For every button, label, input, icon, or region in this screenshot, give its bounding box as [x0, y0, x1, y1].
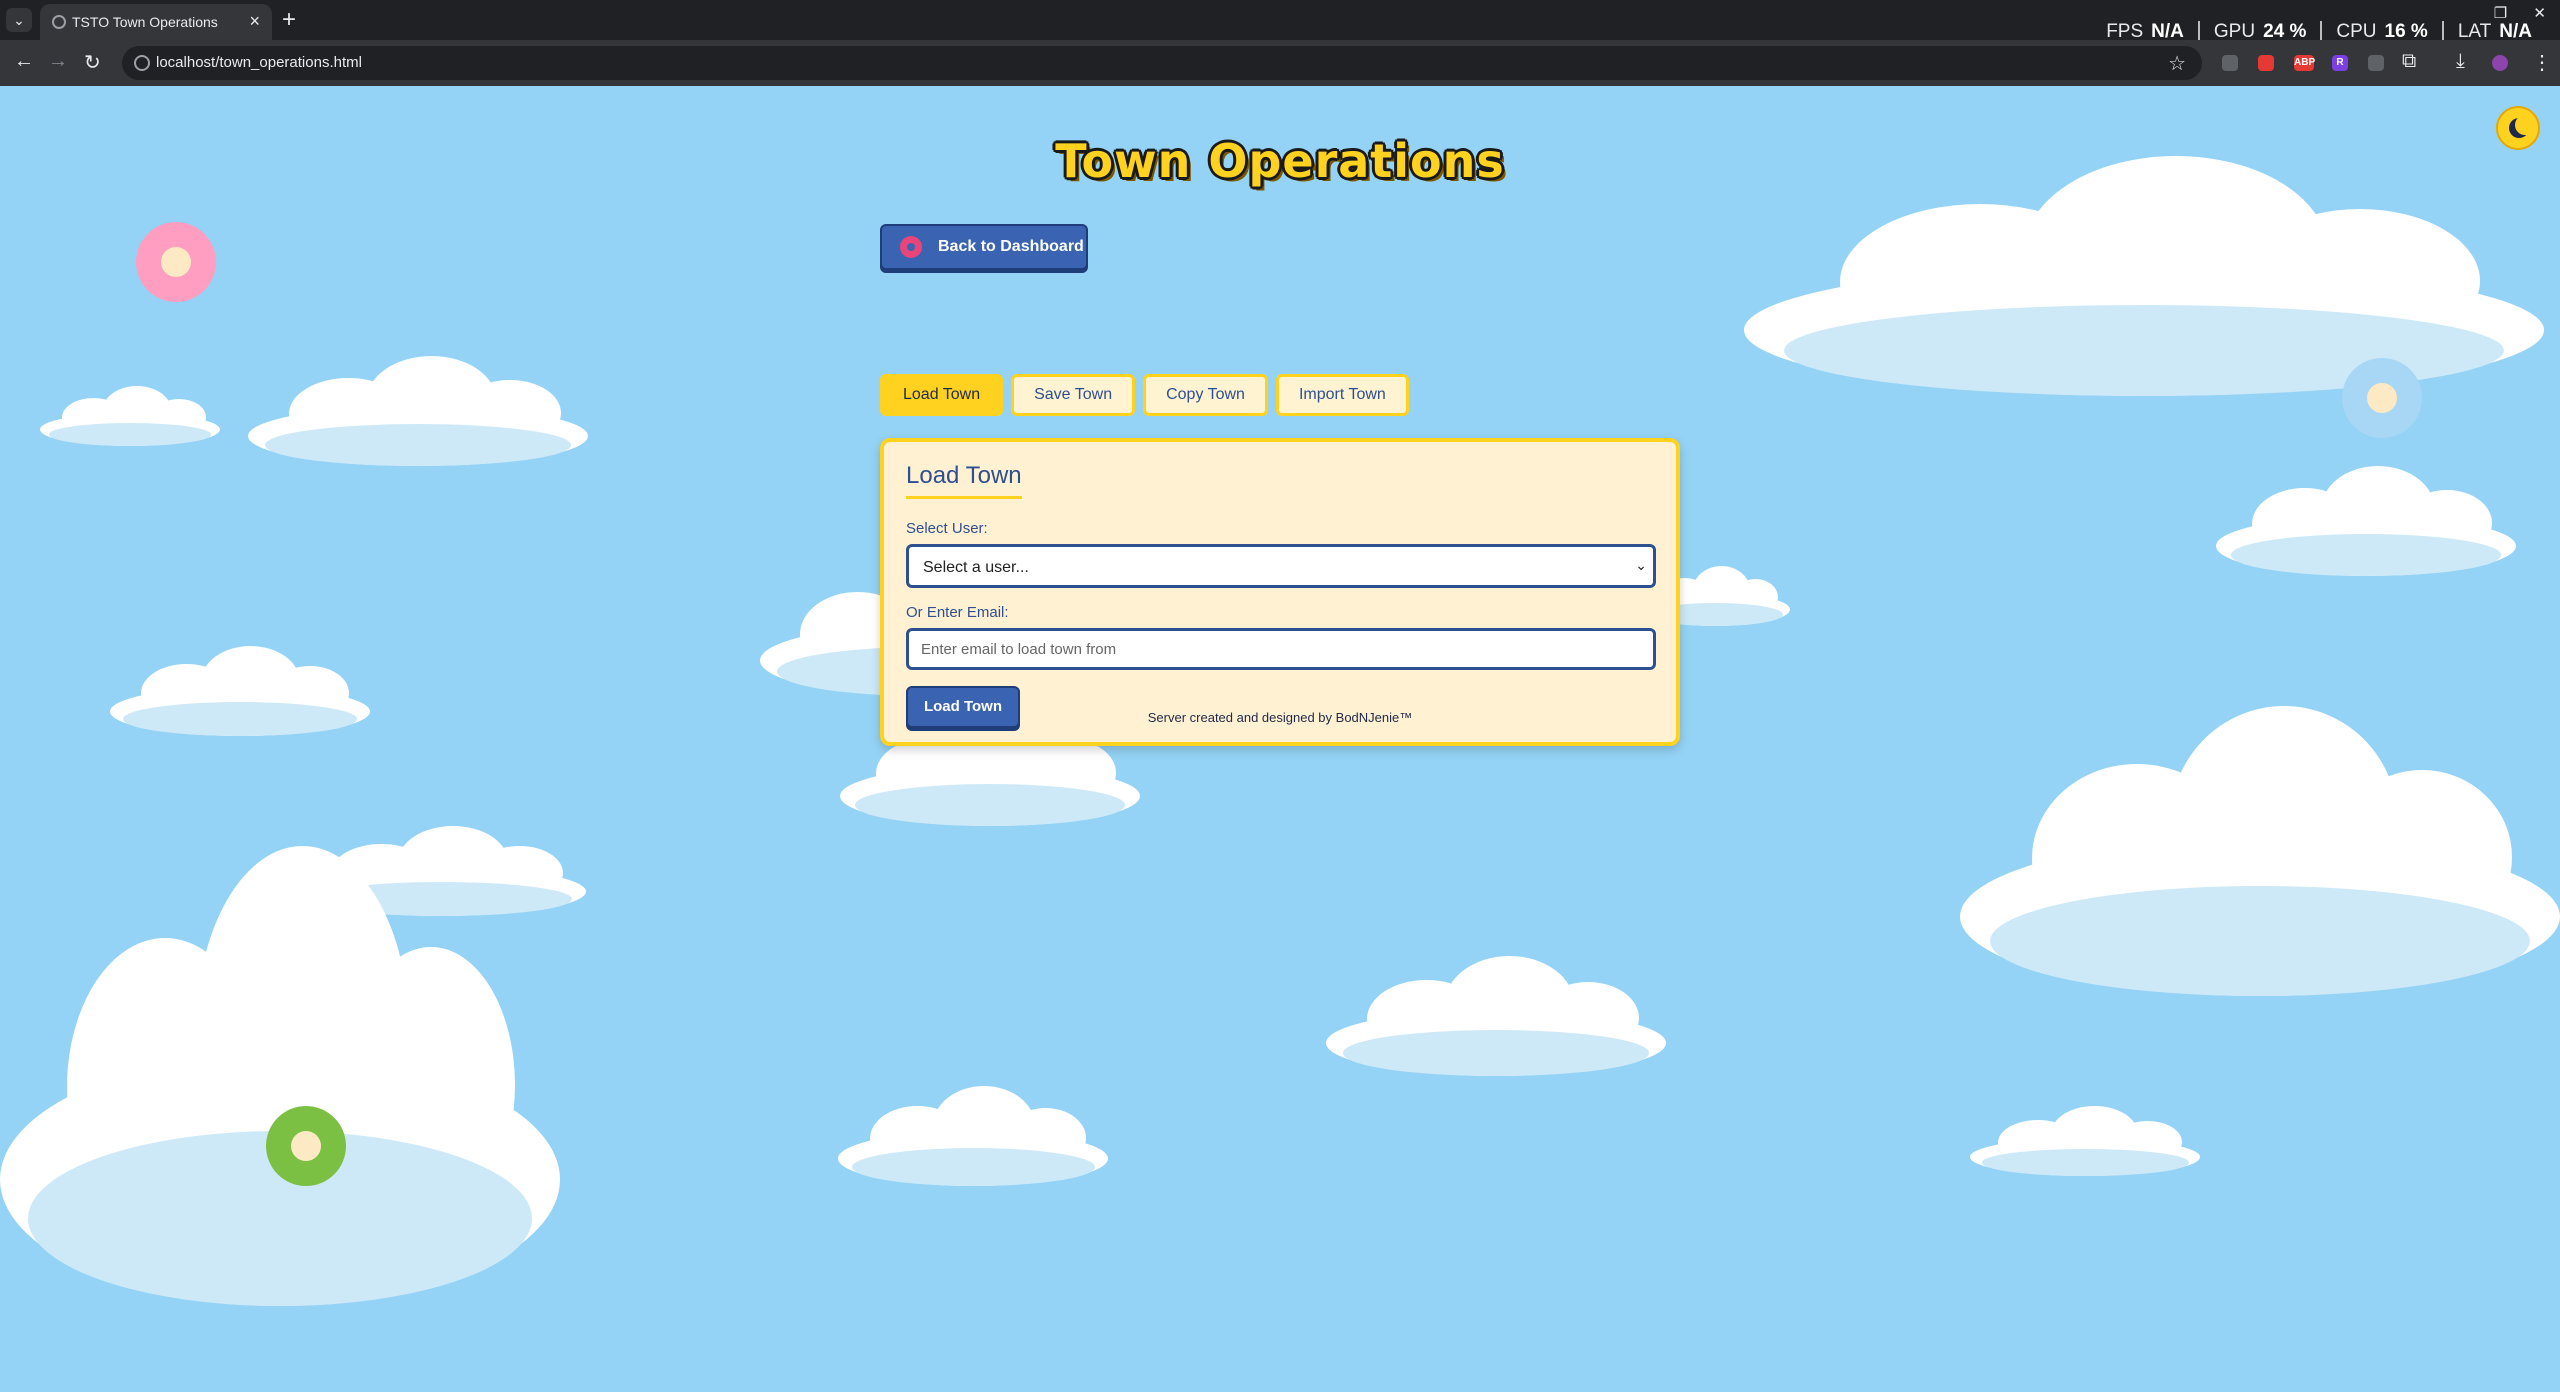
- red-extension-icon[interactable]: [2258, 55, 2274, 71]
- browser-toolbar: ← → ↻ localhost/town_operations.html ☆ A…: [0, 40, 2560, 86]
- load-town-card: Load Town Select User: Select a user... …: [880, 438, 1680, 746]
- tab-title: TSTO Town Operations: [72, 14, 218, 30]
- user-select-value: Select a user...: [923, 559, 1029, 576]
- operation-tabs: Load Town Save Town Copy Town Import Tow…: [880, 374, 1409, 416]
- back-to-dashboard-button[interactable]: Back to Dashboard: [880, 224, 1088, 270]
- user-select[interactable]: Select a user... ⌄: [906, 544, 1656, 588]
- browser-tab[interactable]: TSTO Town Operations ×: [40, 4, 272, 40]
- shield-extension-icon[interactable]: [2222, 55, 2238, 71]
- cloud: [248, 356, 588, 466]
- cloud: [1744, 156, 2544, 396]
- new-tab-button[interactable]: +: [282, 6, 296, 34]
- email-label: Or Enter Email:: [906, 604, 1009, 621]
- cloud: [838, 1086, 1108, 1186]
- cloud: [1326, 956, 1666, 1076]
- forward-arrow-icon[interactable]: →: [48, 50, 68, 73]
- site-info-icon[interactable]: [134, 55, 150, 71]
- select-user-label: Select User:: [906, 520, 988, 537]
- cloud: [1970, 1106, 2200, 1176]
- window-controls: ❐ ✕: [2472, 4, 2546, 22]
- back-arrow-icon[interactable]: ←: [14, 50, 34, 73]
- cloud: [2216, 466, 2516, 576]
- reload-icon[interactable]: ↻: [84, 50, 101, 75]
- page-viewport: Town Operations Back to Dashboard Load T…: [0, 86, 2560, 1392]
- extensions-puzzle-icon[interactable]: ⧉: [2402, 50, 2416, 73]
- email-input[interactable]: [906, 628, 1656, 670]
- green-donut-decoration: [266, 1106, 346, 1186]
- chevron-down-icon: ⌄: [1635, 557, 1647, 573]
- close-window-icon[interactable]: ✕: [2533, 5, 2546, 22]
- back-button-label: Back to Dashboard: [938, 238, 1084, 255]
- menu-kebab-icon[interactable]: ⋮: [2532, 50, 2552, 75]
- performance-overlay: FPS N/A GPU 24 % CPU 16 % LAT N/A: [2092, 21, 2546, 43]
- bookmark-star-icon[interactable]: ☆: [2168, 51, 2186, 76]
- tab-load-town[interactable]: Load Town: [880, 374, 1004, 416]
- tab-search-button[interactable]: ⌄: [6, 8, 32, 32]
- download-icon[interactable]: ⤓: [2456, 50, 2465, 73]
- close-tab-icon[interactable]: ×: [249, 11, 260, 32]
- r-extension-icon[interactable]: R: [2332, 55, 2348, 71]
- profile-avatar[interactable]: [2492, 55, 2508, 71]
- tab-copy-town[interactable]: Copy Town: [1143, 374, 1268, 416]
- pink-donut-decoration: [136, 222, 216, 302]
- cloud: [40, 386, 220, 446]
- tab-import-town[interactable]: Import Town: [1275, 374, 1409, 416]
- footer-credit: Server created and designed by BodNJenie…: [1147, 710, 1413, 725]
- tab-save-town[interactable]: Save Town: [1011, 374, 1136, 416]
- cloud: [0, 846, 560, 1306]
- restore-icon[interactable]: ❐: [2494, 5, 2507, 22]
- card-title: Load Town: [906, 462, 1022, 499]
- blue-donut-decoration: [2342, 358, 2422, 438]
- gray-extension-icon[interactable]: [2368, 55, 2384, 71]
- address-bar[interactable]: localhost/town_operations.html ☆: [122, 46, 2202, 80]
- donut-icon: [900, 236, 922, 258]
- adblock-plus-icon[interactable]: ABP: [2294, 55, 2315, 71]
- cloud: [1960, 706, 2560, 996]
- page-title: Town Operations: [1055, 134, 1505, 188]
- url-text: localhost/town_operations.html: [156, 54, 362, 71]
- globe-icon: [52, 15, 66, 29]
- tab-strip: ⌄ TSTO Town Operations × + ❐ ✕ FPS N/A GP…: [0, 0, 2560, 43]
